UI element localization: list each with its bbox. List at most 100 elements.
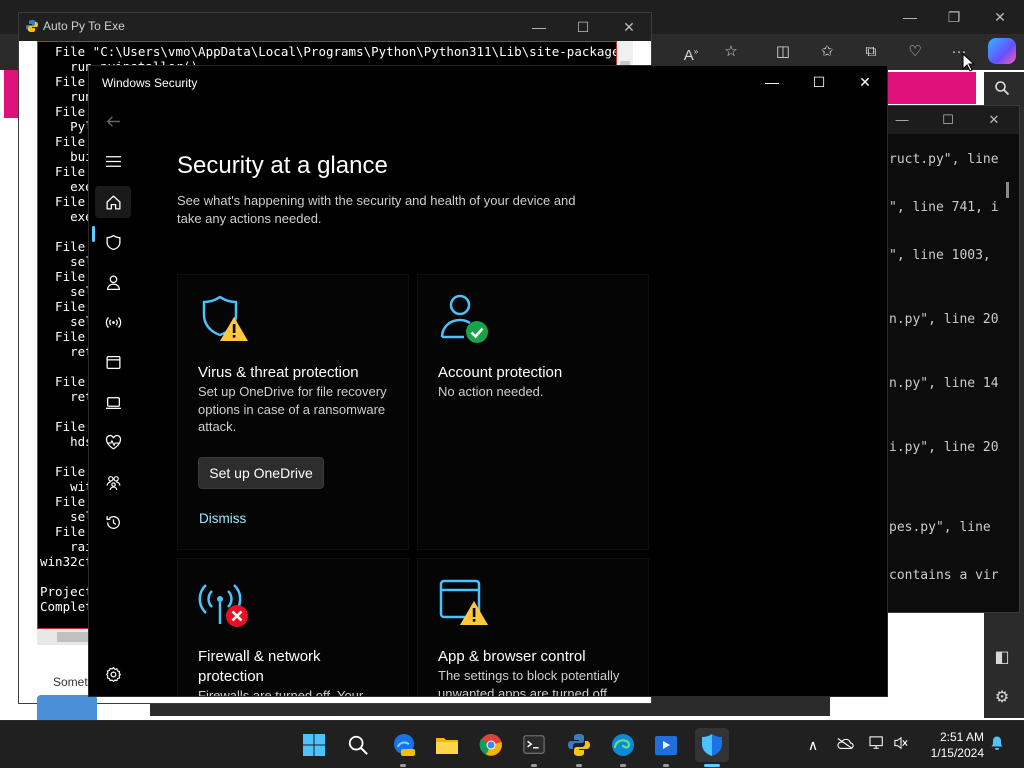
apte-titlebar: Auto Py To Exe — ☐ ✕	[19, 13, 651, 41]
console-line: File	[40, 164, 86, 179]
running-indicator	[400, 764, 406, 767]
firewall-error-icon	[198, 584, 248, 627]
settings-gear-icon[interactable]: ⚙	[990, 686, 1014, 710]
browser-essentials-icon[interactable]: ♡	[902, 41, 928, 63]
firewall-network-card[interactable]: Firewall & network protection Firewalls …	[177, 558, 409, 696]
favorites-icon[interactable]: ✩	[814, 41, 840, 63]
apte-minimize-button[interactable]: —	[525, 17, 553, 37]
onedrive-cloud-icon[interactable]	[834, 735, 856, 755]
system-clock[interactable]: 2:51 AM 1/15/2024	[920, 729, 984, 761]
edge-browser-icon[interactable]	[608, 730, 638, 760]
notification-bell-icon[interactable]	[986, 735, 1008, 755]
terminal-close-button[interactable]: ✕	[981, 110, 1007, 130]
console-line: sel	[40, 254, 93, 269]
terminal-line: ruct.py", line	[889, 152, 999, 167]
ws-maximize-button[interactable]: ☐	[804, 72, 834, 92]
console-line: exe	[40, 209, 93, 224]
console-line: sel	[40, 509, 93, 524]
favorite-star-icon[interactable]: ☆	[718, 41, 744, 63]
console-line: run	[40, 89, 93, 104]
hamburger-menu-icon[interactable]	[95, 145, 131, 177]
virus-threat-card[interactable]: Virus & threat protection Set up OneDriv…	[177, 274, 409, 550]
terminal-window: — ☐ ✕ ruct.py", line ", line 741, i ", l…	[870, 105, 1020, 613]
taskbar: ∧ 2:51 AM 1/15/2024	[0, 720, 1024, 768]
console-line: rai	[40, 539, 93, 554]
chrome-icon[interactable]	[476, 730, 506, 760]
collections-icon[interactable]: ⧉	[858, 41, 884, 63]
volume-muted-icon[interactable]	[890, 735, 912, 755]
terminal-line: ", line 1003,	[889, 248, 991, 263]
search-icon[interactable]	[990, 80, 1014, 104]
network-icon[interactable]	[866, 735, 888, 755]
back-arrow-icon[interactable]	[95, 105, 131, 137]
ws-close-button[interactable]: ✕	[850, 72, 880, 92]
console-line: File	[40, 269, 86, 284]
console-line: ret	[40, 389, 93, 404]
terminal-minimize-button[interactable]: —	[889, 110, 915, 130]
nav-device-health-icon[interactable]	[95, 426, 131, 458]
dismiss-link[interactable]: Dismiss	[199, 511, 246, 526]
shield-warning-icon	[202, 295, 248, 341]
nav-firewall-icon[interactable]	[95, 306, 131, 338]
nav-settings-icon[interactable]	[95, 658, 131, 690]
terminal-line: n.py", line 14	[889, 376, 999, 391]
nav-protection-history-icon[interactable]	[95, 506, 131, 538]
terminal-maximize-button[interactable]: ☐	[935, 110, 961, 130]
console-line: File	[40, 494, 86, 509]
setup-onedrive-button[interactable]: Set up OneDrive	[198, 457, 324, 489]
running-indicator	[620, 764, 626, 767]
sidebar-toggle-icon[interactable]: ◧	[990, 646, 1014, 670]
running-indicator	[663, 764, 669, 767]
python-app-icon[interactable]	[564, 730, 594, 760]
windows-security-app-icon[interactable]	[695, 728, 729, 762]
nav-account-icon[interactable]	[95, 266, 131, 298]
running-indicator	[531, 764, 537, 767]
apte-maximize-button[interactable]: ☐	[569, 17, 597, 37]
ws-minimize-button[interactable]: —	[757, 72, 787, 92]
edge-preview-app-icon[interactable]	[389, 730, 419, 760]
start-windows-icon[interactable]	[299, 730, 329, 760]
media-app-icon[interactable]	[651, 730, 681, 760]
console-line: File	[40, 419, 86, 434]
ws-main-content: Security at a glance See what's happenin…	[137, 98, 887, 696]
read-aloud-icon[interactable]: A»	[678, 41, 704, 64]
console-line: Project	[40, 584, 93, 599]
account-card-title: Account protection	[438, 364, 563, 381]
nav-shield-icon[interactable]	[95, 226, 131, 258]
console-line: hds	[40, 434, 93, 449]
nav-device-security-icon[interactable]	[95, 386, 131, 418]
firewall-card-title: Firewall & network protection	[198, 648, 321, 685]
account-ok-icon	[440, 294, 488, 343]
edge-close-button[interactable]: ✕	[986, 6, 1014, 28]
apte-status-text: Somet	[53, 675, 88, 689]
edge-minimize-button[interactable]: —	[896, 6, 924, 28]
account-protection-card[interactable]: Account protection No action needed.	[417, 274, 649, 550]
app-browser-warning-icon	[439, 579, 488, 625]
apte-close-button[interactable]: ✕	[615, 17, 643, 37]
show-hidden-icons-chevron-icon[interactable]: ∧	[802, 735, 824, 755]
nav-home-icon[interactable]	[95, 186, 131, 218]
nav-family-options-icon[interactable]	[95, 466, 131, 498]
console-line: exe	[40, 179, 93, 194]
page-subtitle: See what's happening with the security a…	[177, 193, 576, 226]
edge-restore-button[interactable]: ❐	[940, 6, 968, 28]
terminal-scrollbar[interactable]	[1006, 182, 1009, 198]
windows-security-window: Windows Security — ☐ ✕ Security at a gla…	[88, 65, 888, 697]
mouse-cursor-icon	[962, 53, 976, 72]
console-line: wit	[40, 479, 93, 494]
console-line: File	[40, 239, 86, 254]
nav-app-browser-icon[interactable]	[95, 346, 131, 378]
console-line: Pyl	[40, 119, 93, 134]
split-screen-icon[interactable]: ◫	[770, 41, 796, 63]
terminal-line: pes.py", line	[889, 520, 991, 535]
file-explorer-icon[interactable]	[432, 730, 462, 760]
terminal-line: contains a vir	[889, 568, 999, 583]
copilot-icon[interactable]	[988, 38, 1016, 64]
app-browser-control-card[interactable]: App & browser control The settings to bl…	[417, 558, 649, 696]
ws-window-title: Windows Security	[102, 76, 198, 90]
taskbar-search-icon[interactable]	[343, 730, 373, 760]
console-line: ret	[40, 344, 93, 359]
terminal-app-icon[interactable]	[519, 730, 549, 760]
console-line: sel	[40, 284, 93, 299]
active-indicator	[704, 764, 720, 767]
